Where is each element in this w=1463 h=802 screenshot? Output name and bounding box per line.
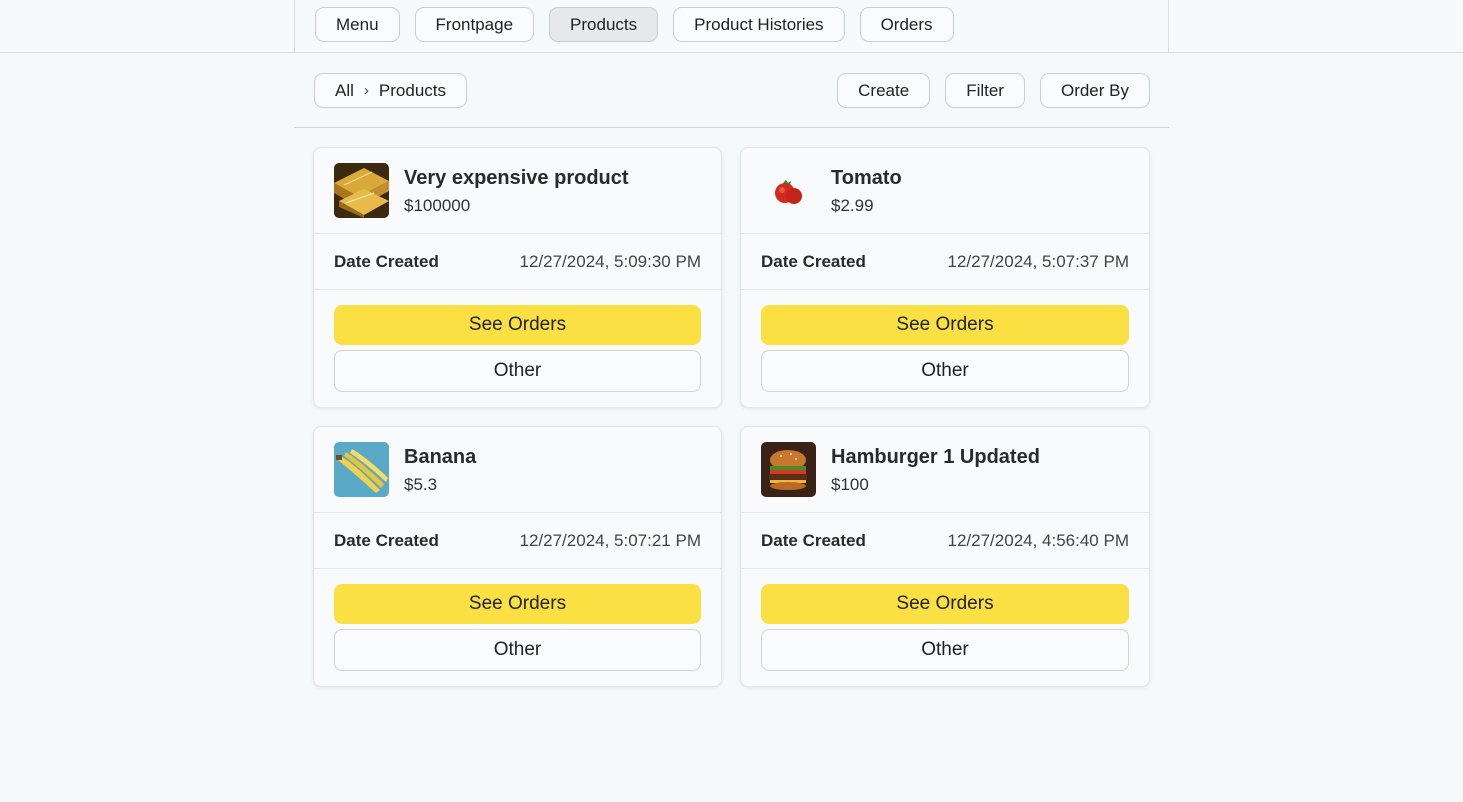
product-card-header: Banana $5.3: [314, 427, 721, 513]
other-button[interactable]: Other: [761, 629, 1129, 671]
product-name: Hamburger 1 Updated: [831, 446, 1040, 468]
page-toolbar: All › Products Create Filter Order By: [294, 72, 1169, 128]
product-price: $2.99: [831, 196, 874, 215]
product-name: Tomato: [831, 167, 902, 189]
product-price: $100000: [404, 196, 471, 215]
see-orders-button[interactable]: See Orders: [334, 305, 701, 345]
hamburger-image: [761, 442, 816, 497]
top-navigation-container: Menu Frontpage Products Product Historie…: [294, 0, 1169, 52]
create-button[interactable]: Create: [837, 73, 931, 108]
date-created-label: Date Created: [761, 252, 866, 271]
main-nav: Menu Frontpage Products Product Historie…: [315, 7, 954, 42]
date-created-label: Date Created: [761, 531, 866, 550]
date-created-value: 12/27/2024, 4:56:40 PM: [947, 531, 1129, 550]
product-name: Very expensive product: [404, 167, 629, 189]
product-card: Very expensive product $100000 Date Crea…: [313, 147, 722, 408]
other-button[interactable]: Other: [761, 350, 1129, 392]
date-created-value: 12/27/2024, 5:07:21 PM: [519, 531, 701, 550]
see-orders-button[interactable]: See Orders: [761, 305, 1129, 345]
see-orders-button[interactable]: See Orders: [761, 584, 1129, 624]
nav-orders[interactable]: Orders: [859, 7, 954, 42]
other-button[interactable]: Other: [334, 350, 701, 392]
date-created-label: Date Created: [334, 531, 439, 550]
breadcrumb-root[interactable]: All: [335, 81, 354, 101]
product-card: Hamburger 1 Updated $100 Date Created 12…: [740, 426, 1150, 687]
product-meta: Date Created 12/27/2024, 5:07:21 PM: [314, 513, 721, 569]
product-card-header: Tomato $2.99: [741, 148, 1149, 234]
toolbar-actions: Create Filter Order By: [837, 73, 1150, 108]
product-meta: Date Created 12/27/2024, 4:56:40 PM: [741, 513, 1149, 569]
product-price: $5.3: [404, 475, 438, 494]
product-card-header: Hamburger 1 Updated $100: [741, 427, 1149, 513]
product-meta: Date Created 12/27/2024, 5:09:30 PM: [314, 234, 721, 290]
nav-products[interactable]: Products: [549, 7, 659, 42]
product-card-header: Very expensive product $100000: [314, 148, 721, 234]
product-card: Banana $5.3 Date Created 12/27/2024, 5:0…: [313, 426, 722, 687]
breadcrumb[interactable]: All › Products: [314, 73, 467, 108]
product-price: $100: [831, 475, 869, 494]
tomato-image: [761, 163, 816, 218]
date-created-label: Date Created: [334, 252, 439, 271]
other-button[interactable]: Other: [334, 629, 701, 671]
date-created-value: 12/27/2024, 5:09:30 PM: [519, 252, 701, 271]
breadcrumb-separator-icon: ›: [363, 82, 369, 99]
top-navigation-bar: Menu Frontpage Products Product Historie…: [0, 0, 1463, 53]
product-actions: See Orders Other: [761, 584, 1129, 671]
date-created-value: 12/27/2024, 5:07:37 PM: [947, 252, 1129, 271]
breadcrumb-current: Products: [378, 80, 446, 100]
product-grid: Very expensive product $100000 Date Crea…: [313, 147, 1150, 687]
product-actions: See Orders Other: [334, 584, 701, 671]
nav-product-histories[interactable]: Product Histories: [673, 7, 845, 42]
product-actions: See Orders Other: [761, 305, 1129, 392]
see-orders-button[interactable]: See Orders: [334, 584, 701, 624]
gold-bars-image: [334, 163, 389, 218]
filter-button[interactable]: Filter: [945, 73, 1025, 108]
product-name: Banana: [404, 446, 477, 468]
product-card: Tomato $2.99 Date Created 12/27/2024, 5:…: [740, 147, 1150, 408]
order-by-button[interactable]: Order By: [1039, 73, 1150, 108]
product-meta: Date Created 12/27/2024, 5:07:37 PM: [741, 234, 1149, 290]
banana-image: [334, 442, 389, 497]
nav-menu[interactable]: Menu: [315, 7, 400, 42]
product-actions: See Orders Other: [334, 305, 701, 392]
nav-frontpage[interactable]: Frontpage: [414, 7, 535, 42]
